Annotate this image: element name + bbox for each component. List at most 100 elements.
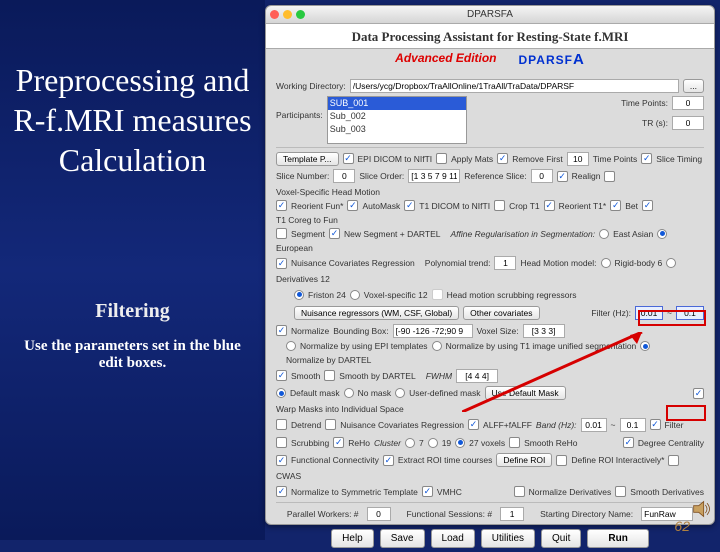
nuisance2-chk[interactable] (325, 419, 336, 430)
european-radio[interactable] (657, 229, 667, 239)
scrubhm-chk[interactable] (432, 289, 443, 300)
app-title: Data Processing Assistant for Resting-St… (266, 29, 714, 45)
warp-chk[interactable]: ✓ (693, 388, 704, 399)
tr-input[interactable] (672, 116, 704, 130)
filter-lo-input[interactable] (635, 306, 663, 320)
smooth-chk[interactable]: ✓ (276, 370, 287, 381)
nuisance-chk[interactable]: ✓ (276, 258, 287, 269)
participants-list[interactable]: SUB_001 Sub_002 Sub_003 (327, 96, 467, 144)
segment-chk[interactable] (276, 228, 287, 239)
help-button[interactable]: Help (331, 529, 374, 548)
workers-input[interactable] (367, 507, 391, 521)
tr-label: TR (s): (642, 118, 668, 128)
wd-browse-button[interactable]: ... (683, 79, 704, 93)
nuisance-button[interactable]: Nuisance regressors (WM, CSF, Global) (294, 306, 459, 320)
slicenum-input[interactable] (333, 169, 355, 183)
friston-radio[interactable] (294, 290, 304, 300)
normepi-radio[interactable] (286, 341, 296, 351)
titlebar: DPARSFA (266, 6, 714, 24)
template-button[interactable]: Template P... (276, 152, 339, 166)
smoothreho-chk[interactable] (509, 437, 520, 448)
reho19-radio[interactable] (428, 438, 438, 448)
voxel12-radio[interactable] (350, 290, 360, 300)
reho-chk[interactable]: ✓ (333, 437, 344, 448)
timepoints-input[interactable] (672, 96, 704, 110)
dc-chk[interactable]: ✓ (623, 437, 634, 448)
detrend-chk[interactable] (276, 419, 287, 430)
voxsize-input[interactable] (523, 324, 565, 338)
usermask-radio[interactable] (395, 388, 405, 398)
automask-chk[interactable]: ✓ (347, 200, 358, 211)
window-name: DPARSFA (266, 9, 714, 20)
removefirst-chk[interactable]: ✓ (497, 153, 508, 164)
filtering-help: Use the parameters set in the blue edit … (0, 338, 265, 372)
band-lo-input[interactable] (581, 418, 607, 432)
filter-hi-input[interactable] (676, 306, 704, 320)
reho7-radio[interactable] (405, 438, 415, 448)
sliceorder-input[interactable] (408, 169, 460, 183)
sessions-input[interactable] (500, 507, 524, 521)
applymats-chk[interactable] (436, 153, 447, 164)
content: Working Directory: ... Participants: SUB… (266, 71, 714, 552)
list-item[interactable]: Sub_002 (328, 110, 466, 123)
nomask-radio[interactable] (344, 388, 354, 398)
utilities-button[interactable]: Utilities (481, 529, 535, 548)
extract-chk[interactable]: ✓ (383, 455, 394, 466)
normsym-chk[interactable]: ✓ (276, 486, 287, 497)
tp-label: Time Points: (621, 98, 668, 108)
smoothd-chk[interactable] (324, 370, 335, 381)
list-item[interactable]: Sub_003 (328, 123, 466, 136)
reorientt1-chk[interactable]: ✓ (544, 200, 555, 211)
list-item[interactable]: SUB_001 (328, 97, 466, 110)
load-button[interactable]: Load (431, 529, 475, 548)
t1coreg-chk[interactable]: ✓ (642, 200, 653, 211)
page-number: 62 (674, 518, 690, 534)
reorient-chk[interactable]: ✓ (276, 200, 287, 211)
brand-logo: DPARSFA (519, 51, 585, 68)
cropt1-chk[interactable] (494, 200, 505, 211)
alff-chk[interactable]: ✓ (468, 419, 479, 430)
removefirst-input[interactable] (567, 152, 589, 166)
defmask-radio[interactable] (276, 388, 286, 398)
scrub-chk[interactable] (276, 437, 287, 448)
speaker-icon (692, 500, 712, 518)
quit-button[interactable]: Quit (541, 529, 581, 548)
defroi2-chk[interactable] (556, 455, 567, 466)
normt1-radio[interactable] (432, 341, 442, 351)
othercov-button[interactable]: Other covariates (463, 306, 539, 320)
realign-chk[interactable]: ✓ (557, 171, 568, 182)
bet-chk[interactable]: ✓ (610, 200, 621, 211)
voxelhm-chk[interactable] (604, 171, 615, 182)
normderiv-chk[interactable] (514, 486, 525, 497)
participants-label: Participants: (276, 110, 323, 120)
epidicom-chk[interactable]: ✓ (343, 153, 354, 164)
refslice-input[interactable] (531, 169, 553, 183)
t1dicom-chk[interactable]: ✓ (404, 200, 415, 211)
deriv12-radio[interactable] (666, 258, 676, 268)
rigid6-radio[interactable] (601, 258, 611, 268)
band-hi-input[interactable] (620, 418, 646, 432)
defroi-button[interactable]: Define ROI (496, 453, 552, 467)
slicetiming-chk[interactable]: ✓ (641, 153, 652, 164)
cwas-chk[interactable] (668, 455, 679, 466)
save-button[interactable]: Save (380, 529, 425, 548)
fwhm-input[interactable] (456, 369, 498, 383)
usedefault-button[interactable]: Use Default Mask (485, 386, 566, 400)
filtering-label: Filtering (0, 300, 265, 323)
bbox-input[interactable] (393, 324, 473, 338)
reho27-radio[interactable] (455, 438, 465, 448)
normalize-chk[interactable]: ✓ (276, 325, 287, 336)
run-button[interactable]: Run (587, 529, 648, 548)
smoothderiv-chk[interactable] (615, 486, 626, 497)
sidebar: Preprocessing and R-f.MRI measures Calcu… (0, 0, 265, 540)
filter-chk[interactable]: ✓ (650, 419, 661, 430)
poly-input[interactable] (494, 256, 516, 270)
sidebar-title: Preprocessing and R-f.MRI measures Calcu… (0, 60, 265, 180)
newsegment-chk[interactable]: ✓ (329, 228, 340, 239)
advanced-edition: Advanced Edition (395, 51, 496, 68)
wd-input[interactable] (350, 79, 679, 93)
normdartel-radio[interactable] (640, 341, 650, 351)
fc-chk[interactable]: ✓ (276, 455, 287, 466)
eastasian-radio[interactable] (599, 229, 609, 239)
vmhc-chk[interactable]: ✓ (422, 486, 433, 497)
